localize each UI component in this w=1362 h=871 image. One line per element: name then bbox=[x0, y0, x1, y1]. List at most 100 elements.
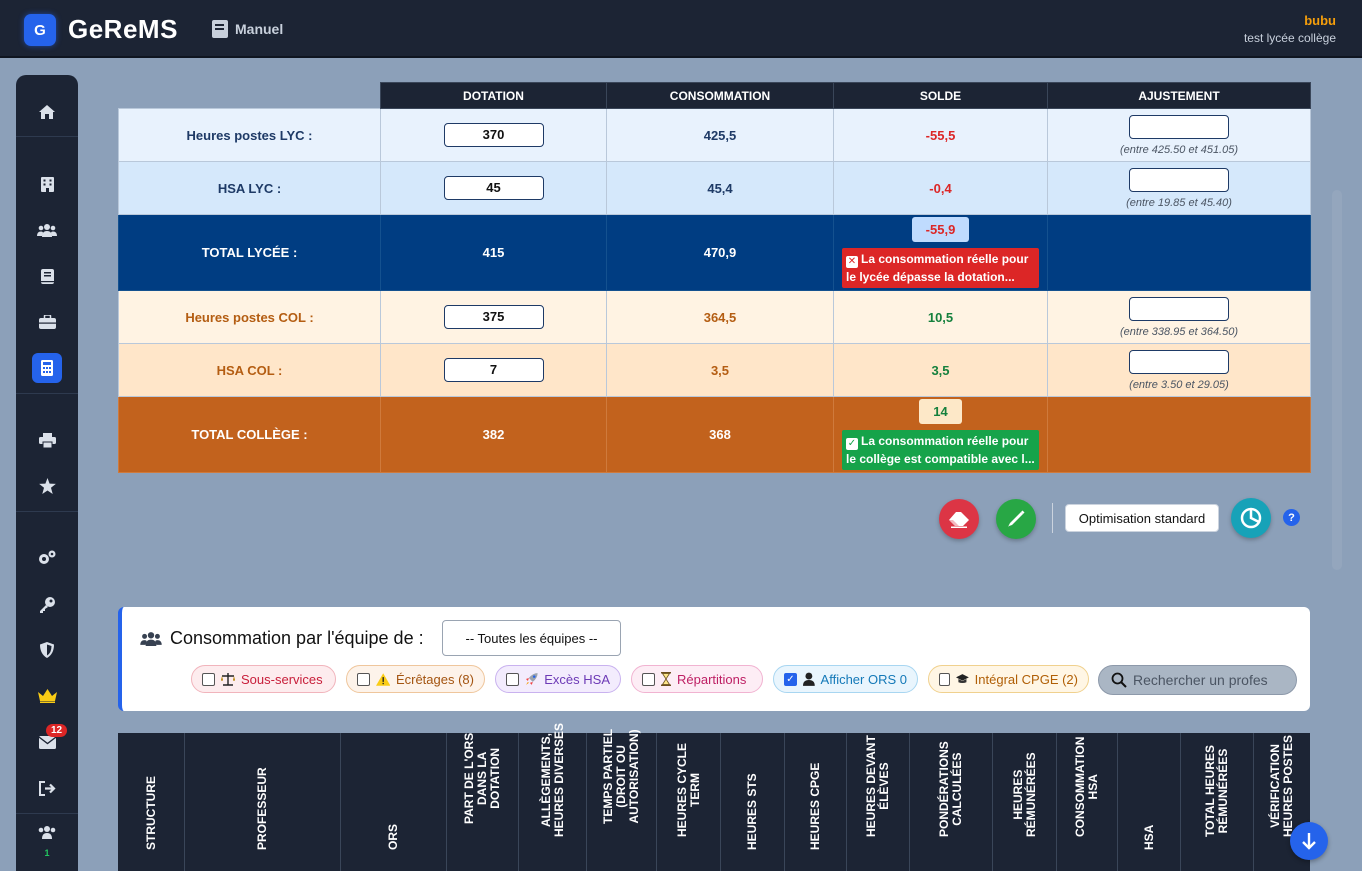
sidebar-item-print[interactable] bbox=[16, 420, 78, 460]
solde-value: -55,5 bbox=[833, 108, 1048, 162]
sidebar-item-home[interactable] bbox=[16, 92, 78, 132]
column-header[interactable]: HSA bbox=[1118, 733, 1181, 871]
row-total-college: TOTAL COLLÈGE : 382 368 14 ✓ La consommat… bbox=[118, 396, 1311, 473]
sidebar-item-favorites[interactable] bbox=[16, 466, 78, 506]
ajustement-input[interactable] bbox=[1129, 114, 1229, 139]
filter-label: Excès HSA bbox=[544, 671, 610, 687]
filter-title: Consommation par l'équipe de : bbox=[140, 628, 424, 649]
sidebar-item-settings[interactable] bbox=[16, 538, 78, 578]
column-header[interactable]: HEURES DEVANT ÉLÈVES bbox=[847, 733, 910, 871]
sidebar-item-briefcase[interactable] bbox=[16, 302, 78, 342]
filter-exces-hsa[interactable]: Excès HSA bbox=[495, 665, 621, 693]
column-header[interactable]: ALLÈGEMENTS, HEURES DIVERSES bbox=[519, 723, 587, 871]
checkbox[interactable] bbox=[506, 672, 519, 686]
ajustement-input[interactable] bbox=[1129, 167, 1229, 192]
help-icon[interactable]: ? bbox=[1283, 509, 1300, 526]
users-icon bbox=[140, 632, 162, 646]
column-header[interactable]: HEURES CPGE bbox=[785, 733, 847, 871]
consommation-value: 425,5 bbox=[606, 108, 834, 162]
sidebar-item-messages[interactable]: 12 bbox=[16, 722, 78, 762]
alert-text: La consommation réelle pour le lycée dép… bbox=[846, 252, 1029, 284]
row-label: Heures postes COL : bbox=[118, 290, 381, 344]
sidebar-item-book[interactable] bbox=[16, 256, 78, 296]
sidebar: 12 1 bbox=[16, 75, 78, 871]
sidebar-item-keys[interactable] bbox=[16, 584, 78, 624]
sidebar-item-users[interactable] bbox=[16, 210, 78, 250]
checkbox-checked[interactable]: ✓ bbox=[784, 672, 797, 686]
ajustement-input[interactable] bbox=[1129, 349, 1229, 374]
empty-cell bbox=[1047, 396, 1311, 473]
checkbox[interactable] bbox=[202, 672, 215, 686]
solde-cell: 14 ✓ La consommation réelle pour le collè… bbox=[833, 396, 1048, 473]
checkbox[interactable] bbox=[642, 672, 655, 686]
filter-repartitions[interactable]: Répartitions bbox=[631, 665, 763, 693]
solde-value: 14 bbox=[919, 399, 962, 424]
column-header[interactable]: TEMPS PARTIEL (DROIT OU AUTORISATION) bbox=[587, 729, 657, 871]
reset-button[interactable] bbox=[939, 499, 979, 539]
sidebar-item-calculator[interactable] bbox=[16, 348, 78, 388]
edit-button[interactable] bbox=[996, 499, 1036, 539]
filter-integral-cpge[interactable]: Intégral CPGE (2) bbox=[928, 665, 1089, 693]
ajustement-hint: (entre 19.85 et 45.40) bbox=[1126, 196, 1232, 209]
column-header[interactable]: ORS bbox=[341, 733, 447, 871]
book-icon bbox=[212, 20, 228, 38]
app-name[interactable]: GeReMS bbox=[68, 14, 178, 45]
checkbox[interactable] bbox=[939, 672, 950, 686]
top-bar: G GeReMS Manuel bubu test lycée collège bbox=[0, 0, 1362, 58]
scrollbar[interactable] bbox=[1332, 190, 1342, 570]
row-total-lycee: TOTAL LYCÉE : 415 470,9 -55,9 ✕ La consom… bbox=[118, 214, 1311, 291]
sidebar-item-admin[interactable] bbox=[16, 676, 78, 716]
consommation-value: 45,4 bbox=[606, 161, 834, 215]
column-header[interactable]: CONSOMMATION HSA bbox=[1057, 733, 1118, 871]
dotation-input[interactable]: 45 bbox=[443, 176, 544, 200]
messages-badge: 12 bbox=[46, 724, 68, 737]
users-icon bbox=[37, 224, 57, 237]
filter-afficher-ors-0[interactable]: ✓ Afficher ORS 0 bbox=[773, 665, 918, 693]
team-select[interactable]: -- Toutes les équipes -- bbox=[442, 620, 621, 656]
ajustement-hint: (entre 425.50 et 451.05) bbox=[1119, 143, 1239, 156]
filter-label: Répartitions bbox=[677, 671, 747, 687]
column-header[interactable]: STRUCTURE bbox=[118, 733, 185, 871]
checkbox[interactable] bbox=[357, 672, 370, 686]
manual-link[interactable]: Manuel bbox=[212, 20, 283, 38]
column-header[interactable]: PART DE L'ORS DANS LA DOTATION bbox=[447, 733, 519, 871]
ajustement-hint: (entre 3.50 et 29.05) bbox=[1129, 378, 1229, 391]
ajustement-hint: (entre 338.95 et 364.50) bbox=[1119, 325, 1239, 338]
sidebar-item-logout[interactable] bbox=[16, 768, 78, 808]
app-logo[interactable]: G bbox=[24, 14, 56, 46]
sidebar-item-online-users[interactable] bbox=[16, 812, 78, 852]
teachers-table-header: STRUCTURE PROFESSEUR ORS PART DE L'ORS D… bbox=[118, 723, 1310, 871]
sidebar-item-security[interactable] bbox=[16, 630, 78, 670]
column-header[interactable]: HEURES STS bbox=[721, 733, 785, 871]
gears-icon bbox=[39, 550, 56, 564]
scroll-down-button[interactable] bbox=[1290, 822, 1328, 860]
teacher-search-input[interactable]: Rechercher un profes bbox=[1098, 665, 1297, 695]
user-establishment: test lycée collège bbox=[1243, 31, 1336, 45]
column-header[interactable]: TOTAL HEURES RÉMUNÉRÉES bbox=[1181, 733, 1254, 871]
solde-value: -55,9 bbox=[911, 217, 970, 242]
optimisation-button[interactable]: Optimisation standard bbox=[1065, 504, 1219, 532]
logout-icon bbox=[38, 780, 56, 796]
dotation-input[interactable]: 370 bbox=[443, 123, 544, 147]
dotation-value: 382 bbox=[380, 396, 607, 473]
column-header[interactable]: PONDÉRATIONS CALCULÉES bbox=[910, 733, 993, 871]
filter-sous-services[interactable]: Sous-services bbox=[191, 665, 336, 693]
dotation-input[interactable]: 375 bbox=[443, 305, 544, 329]
dotation-input[interactable]: 7 bbox=[443, 358, 544, 382]
consommation-value: 364,5 bbox=[606, 290, 834, 344]
column-header[interactable]: HEURES CYCLE TERM bbox=[657, 733, 721, 871]
column-header[interactable]: HEURES RÉMUNÉRÉES bbox=[993, 733, 1057, 871]
print-icon bbox=[38, 432, 56, 448]
ajustement-input[interactable] bbox=[1129, 296, 1229, 321]
filter-ecretages[interactable]: Écrêtages (8) bbox=[346, 665, 485, 693]
calculator-icon bbox=[32, 353, 62, 383]
filter-title-text: Consommation par l'équipe de : bbox=[170, 628, 424, 648]
alert-college: ✓ La consommation réelle pour le collège … bbox=[842, 430, 1039, 470]
chart-button[interactable] bbox=[1231, 498, 1271, 538]
solde-value: 3,5 bbox=[833, 343, 1048, 397]
sidebar-item-building[interactable] bbox=[16, 164, 78, 204]
dotation-value: 415 bbox=[380, 214, 607, 291]
header-solde: SOLDE bbox=[833, 82, 1048, 109]
column-header[interactable]: PROFESSEUR bbox=[185, 733, 341, 871]
user-info[interactable]: bubu test lycée collège bbox=[1244, 13, 1336, 45]
